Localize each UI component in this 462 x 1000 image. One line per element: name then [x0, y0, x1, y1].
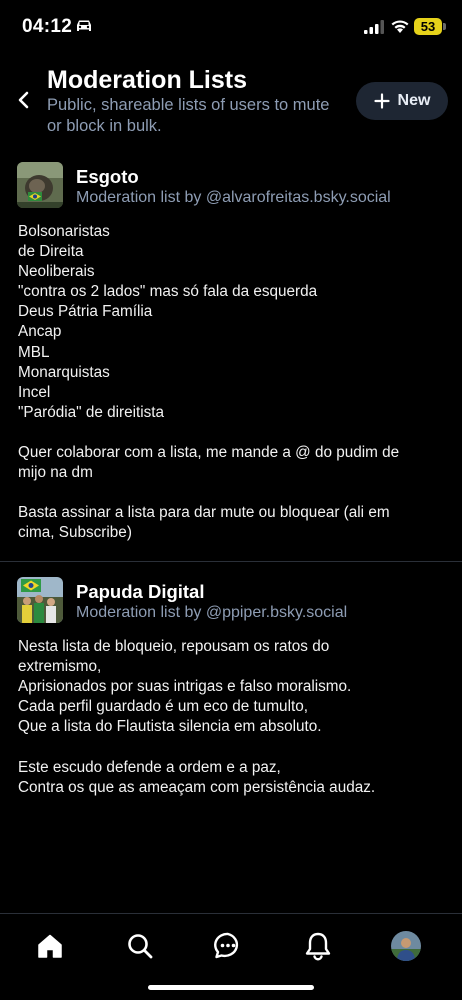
battery-indicator: 53 [414, 18, 442, 35]
car-icon [77, 20, 91, 31]
signal-icon [364, 20, 384, 34]
page-title: Moderation Lists [47, 66, 248, 94]
back-button[interactable] [12, 88, 36, 112]
battery-cap [443, 23, 446, 30]
description-line: Neoliberais [18, 263, 95, 281]
list-avatar [17, 577, 63, 623]
list-byline: Moderation list by @alvarofreitas.bsky.s… [76, 189, 391, 206]
list-item[interactable]: Papuda Digital Moderation list by @ppipe… [0, 575, 462, 815]
home-tab[interactable] [34, 930, 66, 962]
description-line: Quer colaborar com a lista, me mande a @… [18, 444, 400, 462]
home-icon [38, 934, 62, 958]
description-line: MBL [18, 343, 50, 361]
notifications-tab[interactable] [302, 930, 334, 962]
bell-icon [305, 932, 331, 961]
description-line: Incel [18, 383, 51, 401]
description-line: Deus Pátria Família [18, 303, 153, 321]
description-line: "contra os 2 lados" mas só fala da esque… [18, 283, 318, 301]
list-description: Bolsonaristas de Direita Neoliberais "contr… [18, 222, 448, 544]
description-line: Contra os que as ameaçam com persistênci… [18, 778, 376, 796]
profile-tab[interactable] [391, 931, 421, 961]
chat-tab[interactable] [212, 930, 244, 962]
description-line [18, 483, 448, 503]
description-line: Bolsonaristas [18, 223, 110, 240]
list-name: Esgoto [76, 166, 139, 187]
description-line: Que a lista do Flautista silencia em abs… [18, 718, 322, 736]
new-button-label: New [397, 92, 431, 109]
description-line: Basta assinar a lista para dar mute ou b… [18, 504, 390, 522]
description-line: extremismo, [18, 658, 102, 676]
description-line: Nesta lista de bloqueio, repousam os rat… [18, 638, 330, 655]
list-item[interactable]: Esgoto Moderation list by @alvarofreitas… [0, 160, 462, 562]
new-list-button[interactable]: New [356, 82, 448, 120]
description-line: Ancap [18, 323, 62, 341]
description-line: cima, Subscribe) [18, 524, 132, 542]
home-indicator [148, 985, 314, 990]
chat-icon [214, 932, 239, 959]
header: Moderation Lists Public, shareable lists… [0, 54, 462, 150]
plus-icon [373, 93, 390, 109]
description-line: "Paródia" de direitista [18, 403, 165, 421]
description-line: Este escudo defende a ordem e a paz, [18, 758, 281, 776]
list-avatar [17, 162, 63, 208]
description-line: Cada perfil guardado é um eco de tumulto… [18, 698, 308, 716]
wifi-icon [391, 20, 409, 33]
description-line: mijo na dm [18, 464, 93, 482]
profile-avatar [391, 931, 421, 961]
list-description: Nesta lista de bloqueio, repousam os rat… [18, 637, 448, 798]
status-bar: 04:12 53 [0, 0, 462, 54]
description-line [18, 423, 448, 443]
list-name: Papuda Digital [76, 581, 205, 602]
search-tab[interactable] [124, 930, 156, 962]
description-line: de Direita [18, 243, 84, 261]
list-byline: Moderation list by @ppiper.bsky.social [76, 604, 348, 621]
search-icon [128, 934, 153, 959]
description-line: Monarquistas [18, 363, 110, 381]
description-line: Aprisionados por suas intrigas e falso m… [18, 678, 352, 696]
status-time: 04:12 [22, 16, 73, 37]
page-subtitle: Public, shareable lists of users to mute… [47, 96, 330, 135]
description-line [18, 737, 448, 757]
